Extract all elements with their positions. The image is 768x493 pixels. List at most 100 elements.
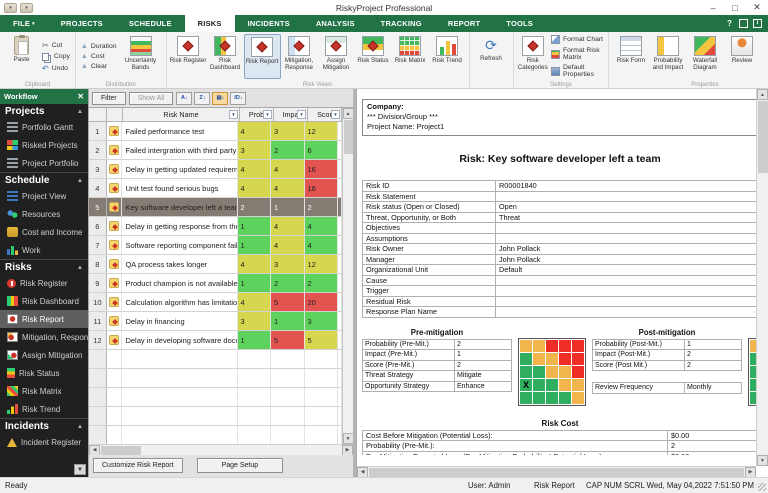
sidebar-item-risk-status[interactable]: Risk Status — [0, 364, 88, 382]
sidebar-item-mitigation-response[interactable]: Mitigation, Response — [0, 328, 88, 346]
sidebar-item-risk-trend[interactable]: Risk Trend — [0, 400, 88, 418]
sidebar-item-work[interactable]: Work — [0, 241, 88, 259]
menu-tab-schedule[interactable]: SCHEDULE — [116, 15, 185, 32]
sidebar-section-header-schedule[interactable]: Schedule ▲ — [0, 173, 88, 187]
header-impact[interactable]: Impa ▼ — [274, 108, 308, 122]
sidebar-item-risk-report[interactable]: Risk Report — [0, 310, 88, 328]
scroll-up-icon[interactable]: ▲ — [342, 108, 354, 119]
collapse-arrow-icon[interactable]: ▲ — [77, 265, 83, 271]
table-row[interactable]: 11 Delay in financing 3 1 3 — [89, 312, 342, 331]
sidebar-item-risk-matrix[interactable]: Risk Matrix — [0, 382, 88, 400]
menu-tab-incidents[interactable]: INCIDENTS — [235, 15, 303, 32]
table-row[interactable]: 3Delay in getting updated requirements44… — [89, 160, 342, 179]
resize-grip[interactable] — [758, 483, 766, 491]
sidebar-item-risk-register[interactable]: Risk Register — [0, 274, 88, 292]
show-all-button[interactable]: Show All — [128, 91, 174, 105]
ribbon-review-button[interactable]: Review — [723, 34, 760, 79]
menu-tab-report[interactable]: REPORT — [435, 15, 493, 32]
ribbon-assign-mitigation-button[interactable]: Assign Mitigation — [318, 34, 355, 79]
cost-button[interactable]: ▲ Cost — [79, 52, 119, 61]
menu-tab-tools[interactable]: TOOLS — [493, 15, 546, 32]
format-risk-matrix-button[interactable]: Format Risk Matrix — [549, 46, 605, 62]
scrollbar-thumb[interactable] — [369, 467, 744, 477]
ribbon-risk-form-button[interactable]: Risk Form — [612, 34, 649, 79]
risk-table-vertical-scrollbar[interactable]: ▲ ▼ — [342, 108, 354, 444]
sidebar-item-portfolio-gantt[interactable]: Portfolio Gantt — [0, 118, 88, 136]
ribbon-history-button[interactable]: History — [760, 34, 768, 79]
format-chart-button[interactable]: Format Chart — [549, 34, 605, 45]
ribbon-risk-matrix-button[interactable]: Risk Matrix — [392, 34, 429, 79]
ribbon-risk-dashboard-button[interactable]: Risk Dashboard — [207, 34, 244, 79]
sidebar-section-header-incidents[interactable]: Incidents ▲ — [0, 419, 88, 433]
sidebar-item-risk-dashboard[interactable]: Risk Dashboard — [0, 292, 88, 310]
menu-tab-risks[interactable]: RISKS — [184, 15, 235, 32]
sidebar-item-risked-projects[interactable]: Risked Projects — [0, 136, 88, 154]
ribbon-risk-trend-button[interactable]: Risk Trend — [429, 34, 466, 79]
sort-za-icon[interactable]: Z↓ — [194, 91, 211, 105]
page-setup-button[interactable]: Page Setup — [196, 457, 284, 473]
duration-button[interactable]: ▲ Duration — [79, 42, 119, 51]
report-vertical-scrollbar[interactable]: ▲ ▼ — [756, 89, 768, 466]
scrollbar-thumb[interactable] — [343, 120, 353, 154]
menu-tab-tracking[interactable]: TRACKING — [368, 15, 435, 32]
scroll-down-icon[interactable]: ▼ — [757, 455, 768, 466]
table-row[interactable]: 9 Product champion is not available 1 2 2 — [89, 274, 342, 293]
table-row[interactable]: 4 Unit test found serious bugs 4 4 16 — [89, 179, 342, 198]
ribbon-risk-status-button[interactable]: Risk Status — [355, 34, 392, 79]
close-icon[interactable]: ✕ — [77, 92, 84, 101]
scroll-up-icon[interactable]: ▲ — [757, 89, 768, 100]
report-horizontal-scrollbar[interactable]: ◀ ▶ — [357, 466, 756, 478]
table-row[interactable]: 8 QA process takes longer 4 3 12 — [89, 255, 342, 274]
collapse-arrow-icon[interactable]: ▲ — [77, 424, 83, 430]
sidebar-item-incident-register[interactable]: Incident Register — [0, 433, 88, 451]
scroll-down-icon[interactable]: ▼ — [342, 433, 354, 444]
sidebar-item-cost-and-income[interactable]: Cost and Income — [0, 223, 88, 241]
ribbon-mitigation-response-button[interactable]: Mitigation, Response — [281, 34, 318, 79]
sidebar-item-project-portfolio[interactable]: Project Portfolio — [0, 154, 88, 172]
sort-priority-icon[interactable]: ▤↓ — [212, 91, 229, 105]
table-row[interactable]: 6 Delay in getting response from the 1 4 4 — [89, 217, 342, 236]
header-prob[interactable]: Prob ▼ — [240, 108, 274, 122]
scroll-left-icon[interactable]: ◀ — [89, 444, 100, 456]
refresh-button[interactable]: ⟳ Refresh — [473, 34, 510, 79]
cut-button[interactable]: ✂ Cut — [40, 40, 72, 51]
uncertainty-bands-button[interactable]: Uncertainty Bands — [119, 34, 163, 79]
filter-dropdown-icon[interactable]: ▼ — [297, 109, 306, 119]
clear-button[interactable]: ▲ Clear — [79, 62, 119, 71]
paste-button[interactable]: Paste — [3, 34, 40, 79]
help-icon[interactable]: ? — [725, 19, 734, 28]
risk-categories-button[interactable]: Risk Categories — [517, 34, 549, 79]
table-row[interactable]: 5 Key software developer left a team 2 1 2 — [89, 198, 342, 217]
maximize-button[interactable]: □ — [724, 1, 746, 15]
sidebar-item-project-view[interactable]: Project View — [0, 187, 88, 205]
scroll-left-icon[interactable]: ◀ — [357, 466, 368, 478]
sort-az-icon[interactable]: A↓ — [176, 91, 193, 105]
ribbon-waterfall-diagram-button[interactable]: Waterfall Diagram — [686, 34, 723, 79]
monitor-icon[interactable] — [739, 19, 748, 28]
scroll-right-icon[interactable]: ▶ — [745, 466, 756, 478]
close-button[interactable]: ✕ — [746, 1, 768, 15]
sidebar-item-resources[interactable]: Resources — [0, 205, 88, 223]
filter-button[interactable]: Filter — [92, 91, 126, 105]
customize-risk-report-button[interactable]: Customize Risk Report — [93, 457, 183, 473]
scrollbar-thumb[interactable] — [101, 445, 141, 455]
ribbon-risk-register-button[interactable]: Risk Register — [170, 34, 207, 79]
table-row[interactable]: 10 Calculation algorithm has limitations 4… — [89, 293, 342, 312]
ribbon-probability-and-impact-button[interactable]: Probability and Impact — [649, 34, 686, 79]
undo-button[interactable]: ↶ Undo — [40, 63, 72, 74]
filter-dropdown-icon[interactable]: ▼ — [331, 109, 340, 119]
info-icon[interactable]: i — [753, 19, 762, 28]
sidebar-scroll-down-icon[interactable]: ▼ — [74, 464, 86, 475]
filter-dropdown-icon[interactable]: ▼ — [229, 109, 238, 119]
table-row[interactable]: 2 Failed intergration with third party 3 2 6 — [89, 141, 342, 160]
menu-tab-projects[interactable]: PROJECTS — [48, 15, 116, 32]
scrollbar-thumb[interactable] — [757, 101, 768, 173]
collapse-arrow-icon[interactable]: ▲ — [77, 109, 83, 115]
header-score[interactable]: Scor ▼ — [308, 108, 342, 122]
minimize-button[interactable]: – — [702, 1, 724, 15]
table-row[interactable]: 7 Software reporting component fail 1 4 4 — [89, 236, 342, 255]
sidebar-section-header-projects[interactable]: Projects ▲ — [0, 104, 88, 118]
default-properties-button[interactable]: Default Properties — [549, 63, 605, 79]
header-risk-name[interactable]: Risk Name ▼ — [123, 108, 240, 122]
menu-tab-file[interactable]: FILE ▾ — [0, 15, 48, 32]
